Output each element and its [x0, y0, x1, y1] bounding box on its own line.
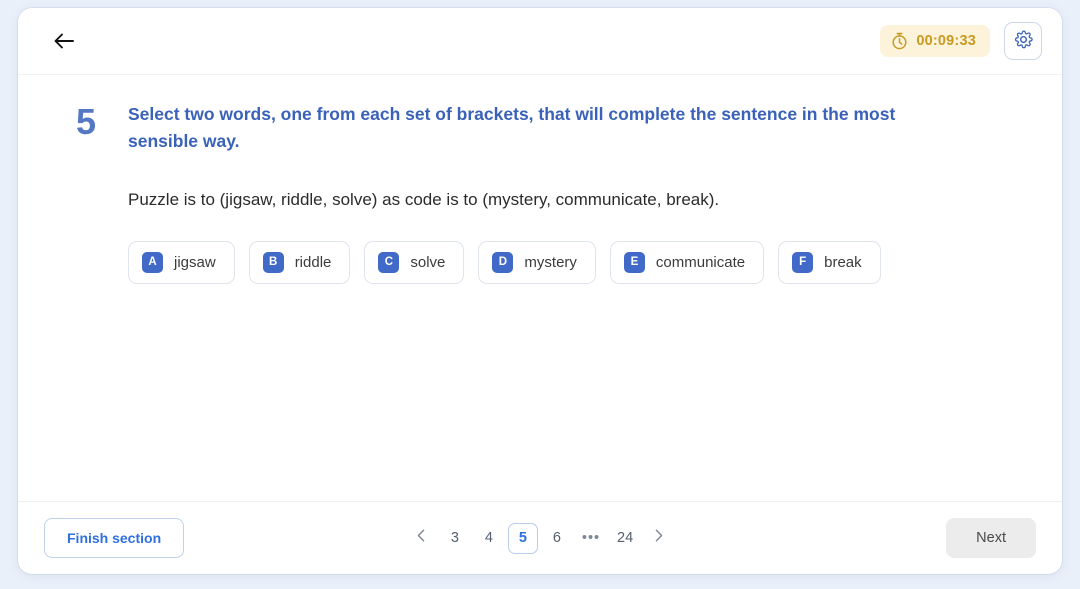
chevron-left-icon: [417, 529, 425, 547]
gear-icon: [1014, 30, 1033, 52]
exam-card: 00:09:33 5 Select two words, one from ea…: [18, 8, 1062, 574]
option-label: communicate: [655, 253, 746, 271]
finish-section-button[interactable]: Finish section: [44, 518, 185, 558]
pagination-page-4[interactable]: 4: [474, 523, 504, 553]
option-label: mystery: [524, 253, 577, 271]
exam-footer: Finish section 3 4 5 6 ••• 24 Next: [18, 501, 1062, 574]
exam-header: 00:09:33: [18, 8, 1062, 75]
option-letter-badge: D: [492, 251, 514, 273]
option-letter-badge: F: [792, 251, 814, 273]
stopwatch-icon: [891, 32, 908, 50]
arrow-left-icon: [53, 32, 75, 50]
exam-timer: 00:09:33: [880, 25, 990, 57]
option-b[interactable]: B riddle: [248, 240, 351, 284]
pagination-page-5[interactable]: 5: [507, 522, 538, 554]
pagination-page-24[interactable]: 24: [610, 523, 640, 553]
pagination-next-button[interactable]: [644, 523, 674, 553]
question-body: 5 Select two words, one from each set of…: [18, 75, 1062, 501]
option-letter-badge: C: [378, 251, 400, 273]
option-f[interactable]: F break: [778, 240, 881, 284]
option-letter-badge: B: [262, 251, 284, 273]
option-letter-badge: A: [142, 251, 163, 273]
option-c[interactable]: C solve: [364, 240, 465, 284]
chevron-right-icon: [655, 529, 663, 547]
option-a[interactable]: A jigsaw: [128, 240, 235, 284]
back-button[interactable]: [46, 23, 82, 59]
option-label: riddle: [294, 253, 332, 271]
timer-value: 00:09:33: [916, 33, 976, 49]
pagination-page-3[interactable]: 3: [440, 523, 470, 553]
question-prompt: Select two words, one from each set of b…: [128, 104, 896, 152]
question-heading: 5 Select two words, one from each set of…: [76, 101, 1004, 155]
pagination-prev-button[interactable]: [406, 523, 436, 553]
pagination-page-6[interactable]: 6: [542, 523, 572, 553]
next-question-button[interactable]: Next: [946, 518, 1036, 558]
question-number: 5: [76, 101, 97, 142]
question-sentence: Puzzle is to (jigsaw, riddle, solve) as …: [128, 190, 720, 210]
option-d[interactable]: D mystery: [478, 240, 596, 284]
answer-options: A jigsaw B riddle C solve D mystery E co…: [128, 240, 1004, 284]
option-label: jigsaw: [174, 253, 216, 271]
footer-right: Next: [946, 518, 1036, 558]
option-label: break: [824, 253, 862, 271]
option-e[interactable]: E communicate: [609, 240, 765, 284]
settings-button[interactable]: [1004, 22, 1042, 60]
option-label: solve: [410, 253, 446, 271]
pagination-ellipsis: •••: [581, 530, 601, 546]
option-letter-badge: E: [623, 251, 645, 273]
